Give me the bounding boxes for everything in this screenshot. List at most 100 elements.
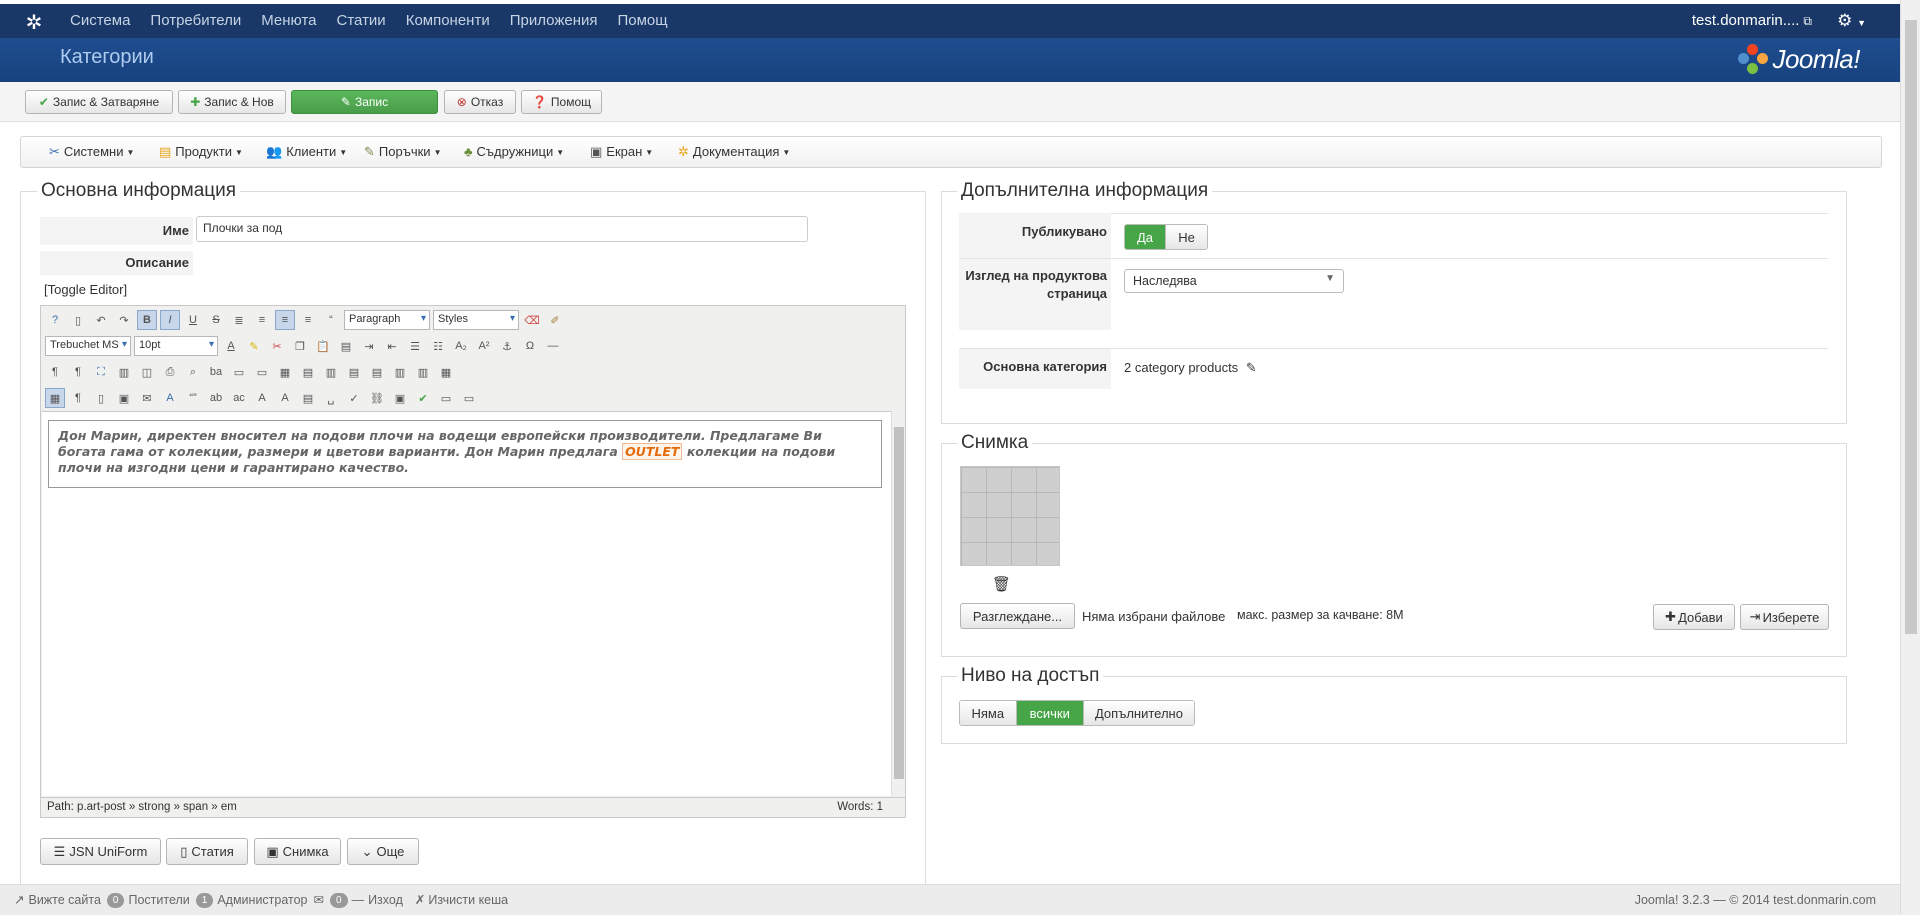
row-props-icon[interactable]: ▤: [298, 362, 318, 382]
undo-icon[interactable]: ↶: [91, 310, 111, 330]
name-input[interactable]: Плочки за под: [196, 216, 808, 242]
menu-articles[interactable]: Статии: [327, 4, 396, 38]
email-icon[interactable]: ✉: [137, 388, 157, 408]
outdent-icon[interactable]: ⇤: [382, 336, 402, 356]
menu-documentation[interactable]: ✲ Документация ▼: [678, 137, 790, 168]
menu-system[interactable]: Система: [60, 4, 140, 38]
omega-icon[interactable]: Ω: [520, 336, 540, 356]
published-no-button[interactable]: Не: [1166, 225, 1207, 249]
menu-customers[interactable]: 👥 Клиенти ▼: [266, 137, 347, 168]
italic-icon[interactable]: I: [160, 310, 180, 330]
logout-link[interactable]: Изход: [368, 885, 403, 915]
unordered-list-icon[interactable]: ☷: [428, 336, 448, 356]
access-none-button[interactable]: Няма: [960, 701, 1017, 725]
anchor-icon[interactable]: ⚓: [497, 336, 517, 356]
attribs-icon[interactable]: ▤: [298, 388, 318, 408]
page-break-icon[interactable]: ▯: [91, 388, 111, 408]
add-image-button[interactable]: ✚ Добави: [1653, 604, 1735, 630]
select-image-button[interactable]: ⇥ Изберете: [1740, 604, 1829, 630]
view-select[interactable]: Наследява ▼: [1124, 269, 1344, 293]
image-button[interactable]: ▣ Снимка: [254, 838, 341, 865]
spellcheck-icon[interactable]: ✓: [344, 388, 364, 408]
access-all-button[interactable]: всички: [1016, 701, 1084, 725]
editor-content-area[interactable]: Дон Марин, директен вносител на подови п…: [42, 411, 892, 796]
insert-layer-icon[interactable]: ▭: [229, 362, 249, 382]
readmore-icon[interactable]: ▭: [459, 388, 479, 408]
abbr-icon[interactable]: ab: [206, 388, 226, 408]
table-icon[interactable]: ▦: [275, 362, 295, 382]
access-extra-button[interactable]: Допълнително: [1083, 701, 1194, 725]
article-button[interactable]: ▯ Статия: [166, 838, 248, 865]
save-close-button[interactable]: ✔ Запис & Затваряне: [25, 90, 173, 114]
delete-col-icon[interactable]: ▥: [413, 362, 433, 382]
save-new-button[interactable]: ✚ Запис & Нов: [178, 90, 286, 114]
menu-orders[interactable]: ✎ Поръчки ▼: [364, 137, 441, 168]
menu-components[interactable]: Компоненти: [396, 4, 500, 38]
image-icon[interactable]: ▣: [390, 388, 410, 408]
template-icon[interactable]: ▥: [114, 362, 134, 382]
cut-icon[interactable]: ✂: [267, 336, 287, 356]
menu-users[interactable]: Потребители: [140, 4, 251, 38]
styles-select[interactable]: Styles: [433, 310, 519, 330]
joomla-icon[interactable]: ✲: [20, 11, 48, 35]
brush-icon[interactable]: ✐: [545, 310, 565, 330]
fullscreen-icon[interactable]: ⛶: [91, 362, 111, 382]
redo-icon[interactable]: ↷: [114, 310, 134, 330]
browse-button[interactable]: Разглеждане...: [960, 603, 1075, 629]
editor-scrollbar[interactable]: [891, 411, 905, 796]
hr-icon[interactable]: ▭: [436, 388, 456, 408]
font-size-select[interactable]: 10pt: [134, 336, 218, 356]
strikethrough-icon[interactable]: S: [206, 310, 226, 330]
print-icon[interactable]: ⎙: [160, 362, 180, 382]
del-icon[interactable]: A: [252, 388, 272, 408]
toggle-editor-link[interactable]: [Toggle Editor]: [44, 282, 127, 297]
help-button[interactable]: ❓ Помощ: [521, 90, 602, 114]
menu-products[interactable]: ▤ Продукти ▼: [159, 137, 243, 168]
insert-row-icon[interactable]: ▤: [344, 362, 364, 382]
ordered-list-icon[interactable]: ☰: [405, 336, 425, 356]
subscript-icon[interactable]: A₂: [451, 336, 471, 356]
cite-icon[interactable]: “”: [183, 388, 203, 408]
ltr-icon[interactable]: ¶: [45, 362, 65, 382]
align-left-icon[interactable]: ≡: [275, 310, 295, 330]
pencil-icon[interactable]: ✎: [1246, 360, 1257, 375]
merge-cells-icon[interactable]: ▦: [436, 362, 456, 382]
delete-row-icon[interactable]: ▤: [367, 362, 387, 382]
editor-paragraph[interactable]: Дон Марин, директен вносител на подови п…: [48, 420, 882, 488]
published-yes-button[interactable]: Да: [1125, 225, 1167, 249]
link-icon[interactable]: ⛓: [367, 388, 387, 408]
menu-affiliates[interactable]: ♣ Съдружници ▼: [464, 137, 564, 168]
show-blocks-icon[interactable]: ¶: [68, 388, 88, 408]
align-center-icon[interactable]: ≡: [252, 310, 272, 330]
editor-scrollbar-thumb[interactable]: [894, 427, 904, 779]
acronym-icon[interactable]: ac: [229, 388, 249, 408]
rtl-icon[interactable]: ¶: [68, 362, 88, 382]
ins-icon[interactable]: A: [275, 388, 295, 408]
align-justify-icon[interactable]: ≣: [229, 310, 249, 330]
gear-icon[interactable]: ⚙ ▼: [1837, 4, 1866, 40]
jsn-uniform-button[interactable]: ☰ JSN UniForm: [40, 838, 161, 865]
style-props-icon[interactable]: A: [160, 388, 180, 408]
code-icon[interactable]: ◫: [137, 362, 157, 382]
check-spelling-icon[interactable]: ✔: [413, 388, 433, 408]
replace-icon[interactable]: ba: [206, 362, 226, 382]
eraser-icon[interactable]: ⌫: [522, 310, 542, 330]
nonbreaking-icon[interactable]: ␣: [321, 388, 341, 408]
font-family-select[interactable]: Trebuchet MS: [45, 336, 131, 356]
view-site-link[interactable]: Вижте сайта: [28, 885, 100, 915]
page-scrollbar[interactable]: [1900, 0, 1920, 915]
blockquote-icon[interactable]: “: [321, 310, 341, 330]
save-button[interactable]: ✎ Запис: [291, 90, 438, 114]
menu-help[interactable]: Помощ: [608, 4, 678, 38]
media-icon[interactable]: ▣: [114, 388, 134, 408]
new-document-icon[interactable]: ▯: [68, 310, 88, 330]
copy-icon[interactable]: ❐: [290, 336, 310, 356]
menu-extensions[interactable]: Приложения: [500, 4, 608, 38]
menu-system-settings[interactable]: ✂ Системни ▼: [49, 137, 134, 168]
cancel-button[interactable]: ⊗ Отказ: [444, 90, 516, 114]
page-scrollbar-thumb[interactable]: [1905, 20, 1917, 634]
highlight-icon[interactable]: ✎: [244, 336, 264, 356]
trash-icon[interactable]: 🗑: [992, 575, 1011, 593]
bold-icon[interactable]: B: [137, 310, 157, 330]
site-link[interactable]: test.donmarin.... ⧉: [1692, 4, 1812, 38]
